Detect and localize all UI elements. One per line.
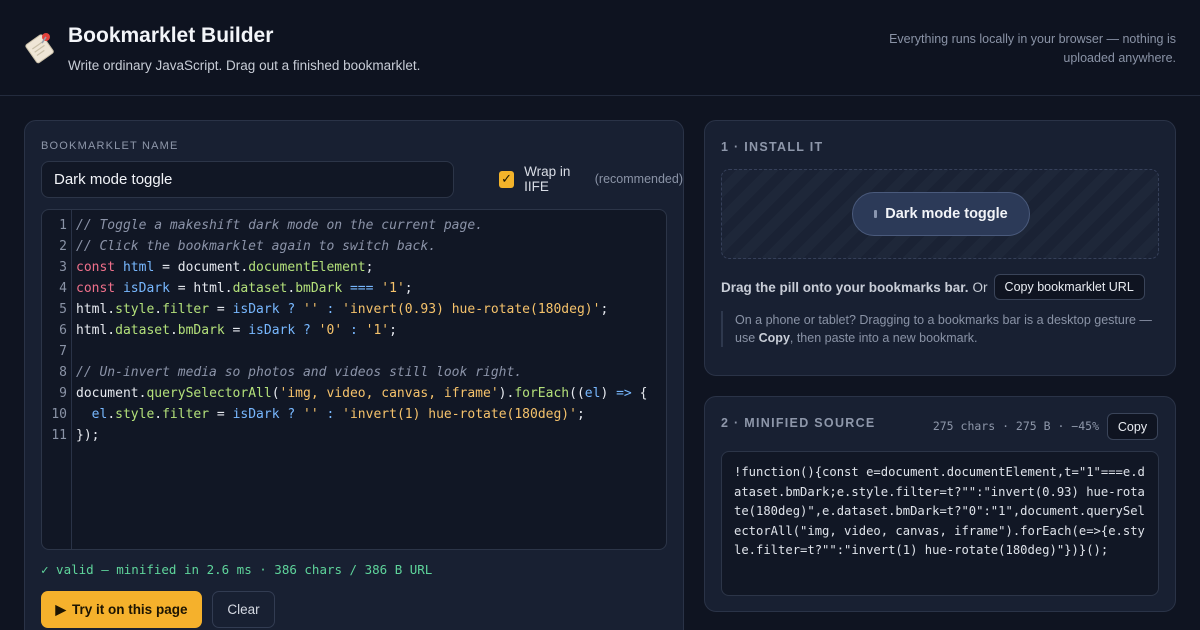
mobile-note-copy-word: Copy (758, 331, 790, 345)
minified-source-output[interactable]: !function(){const e=document.documentEle… (721, 451, 1159, 596)
mobile-note-text-end: , then paste into a new bookmark. (789, 331, 978, 345)
code-line: const isDark = html.dataset.bmDark === '… (76, 281, 413, 296)
install-panel: 1 · INSTALL IT Dark mode toggle Drag the… (704, 120, 1176, 376)
mobile-note: On a phone or tablet? Dragging to a book… (721, 311, 1161, 347)
minified-section-title: 2 · MINIFIED SOURCE (721, 416, 876, 430)
code-line: const html = document.documentElement; (76, 260, 374, 275)
validation-status: ✓ valid — minified in 2.6 ms · 386 chars… (41, 562, 433, 577)
drag-handle-icon (874, 210, 878, 218)
play-icon: ▶ (55, 601, 66, 617)
privacy-note: Everything runs locally in your browser … (889, 32, 1176, 65)
try-on-page-button[interactable]: ▶ Try it on this page (41, 591, 202, 628)
drag-instructions: Drag the pill onto your bookmarks bar. O… (721, 274, 1145, 300)
line-number: 2 (59, 239, 67, 254)
code-line: html.style.filter = isDark ? '' : 'inver… (76, 302, 609, 317)
bookmarklet-drag-pill[interactable]: Dark mode toggle (852, 192, 1030, 236)
pill-label: Dark mode toggle (885, 206, 1008, 222)
app-subtitle: Write ordinary JavaScript. Drag out a fi… (68, 58, 421, 73)
line-number: 8 (59, 365, 67, 380)
line-number-gutter: 1 2 3 4 5 6 7 8 9 10 11 (42, 210, 72, 549)
code-line: document.querySelectorAll('img, video, c… (76, 386, 648, 401)
iife-label: Wrap in IIFE (524, 164, 571, 194)
iife-checkbox[interactable]: ✓ (499, 170, 515, 188)
code-line: html.dataset.bmDark = isDark ? '0' : '1'… (76, 323, 397, 338)
minified-panel: 2 · MINIFIED SOURCE 275 chars · 275 B · … (704, 396, 1176, 612)
line-number: 10 (51, 407, 67, 422)
code-editor[interactable]: 1 2 3 4 5 6 7 8 9 10 11 // Toggle a makeshift dark… (41, 209, 667, 550)
drag-instruction-text: Drag the pill onto your bookmarks bar. (721, 279, 969, 295)
code-line: // Un-invert media so photos and videos … (76, 365, 523, 380)
line-number: 3 (59, 260, 67, 275)
line-number: 6 (59, 323, 67, 338)
code-line: // Click the bookmarklet again to switch… (76, 239, 437, 254)
try-button-label: Try it on this page (71, 602, 188, 617)
line-number: 11 (51, 428, 67, 443)
line-number: 5 (59, 302, 67, 317)
bookmarklet-name-input[interactable]: Dark mode toggle (41, 161, 454, 198)
editor-panel: BOOKMARKLET NAME Dark mode toggle ✓ Wrap… (24, 120, 684, 630)
name-field-label: BOOKMARKLET NAME (41, 140, 179, 152)
bookmark-pin-icon (25, 33, 54, 64)
clear-button[interactable]: Clear (212, 591, 275, 628)
app-header: Bookmarklet Builder Write ordinary JavaS… (0, 0, 1200, 96)
iife-toggle[interactable]: ✓ Wrap in IIFE (recommended) (499, 164, 683, 194)
code-line: el.style.filter = isDark ? '' : 'invert(… (91, 407, 585, 422)
line-number: 9 (59, 386, 67, 401)
drag-zone: Dark mode toggle (721, 169, 1159, 259)
copy-bookmarklet-url-button[interactable]: Copy bookmarklet URL (993, 274, 1145, 300)
copy-minified-button[interactable]: Copy (1107, 413, 1158, 440)
line-number: 1 (59, 218, 67, 233)
line-number: 7 (59, 344, 67, 359)
or-text: Or (972, 279, 988, 295)
line-number: 4 (59, 281, 67, 296)
app-title: Bookmarklet Builder (68, 24, 274, 47)
code-line: }); (76, 428, 100, 443)
code-line: // Toggle a makeshift dark mode on the c… (76, 218, 483, 233)
iife-hint: (recommended) (594, 172, 683, 186)
minified-stats: 275 chars · 275 B · −45% (932, 419, 1099, 433)
install-section-title: 1 · INSTALL IT (721, 140, 824, 154)
